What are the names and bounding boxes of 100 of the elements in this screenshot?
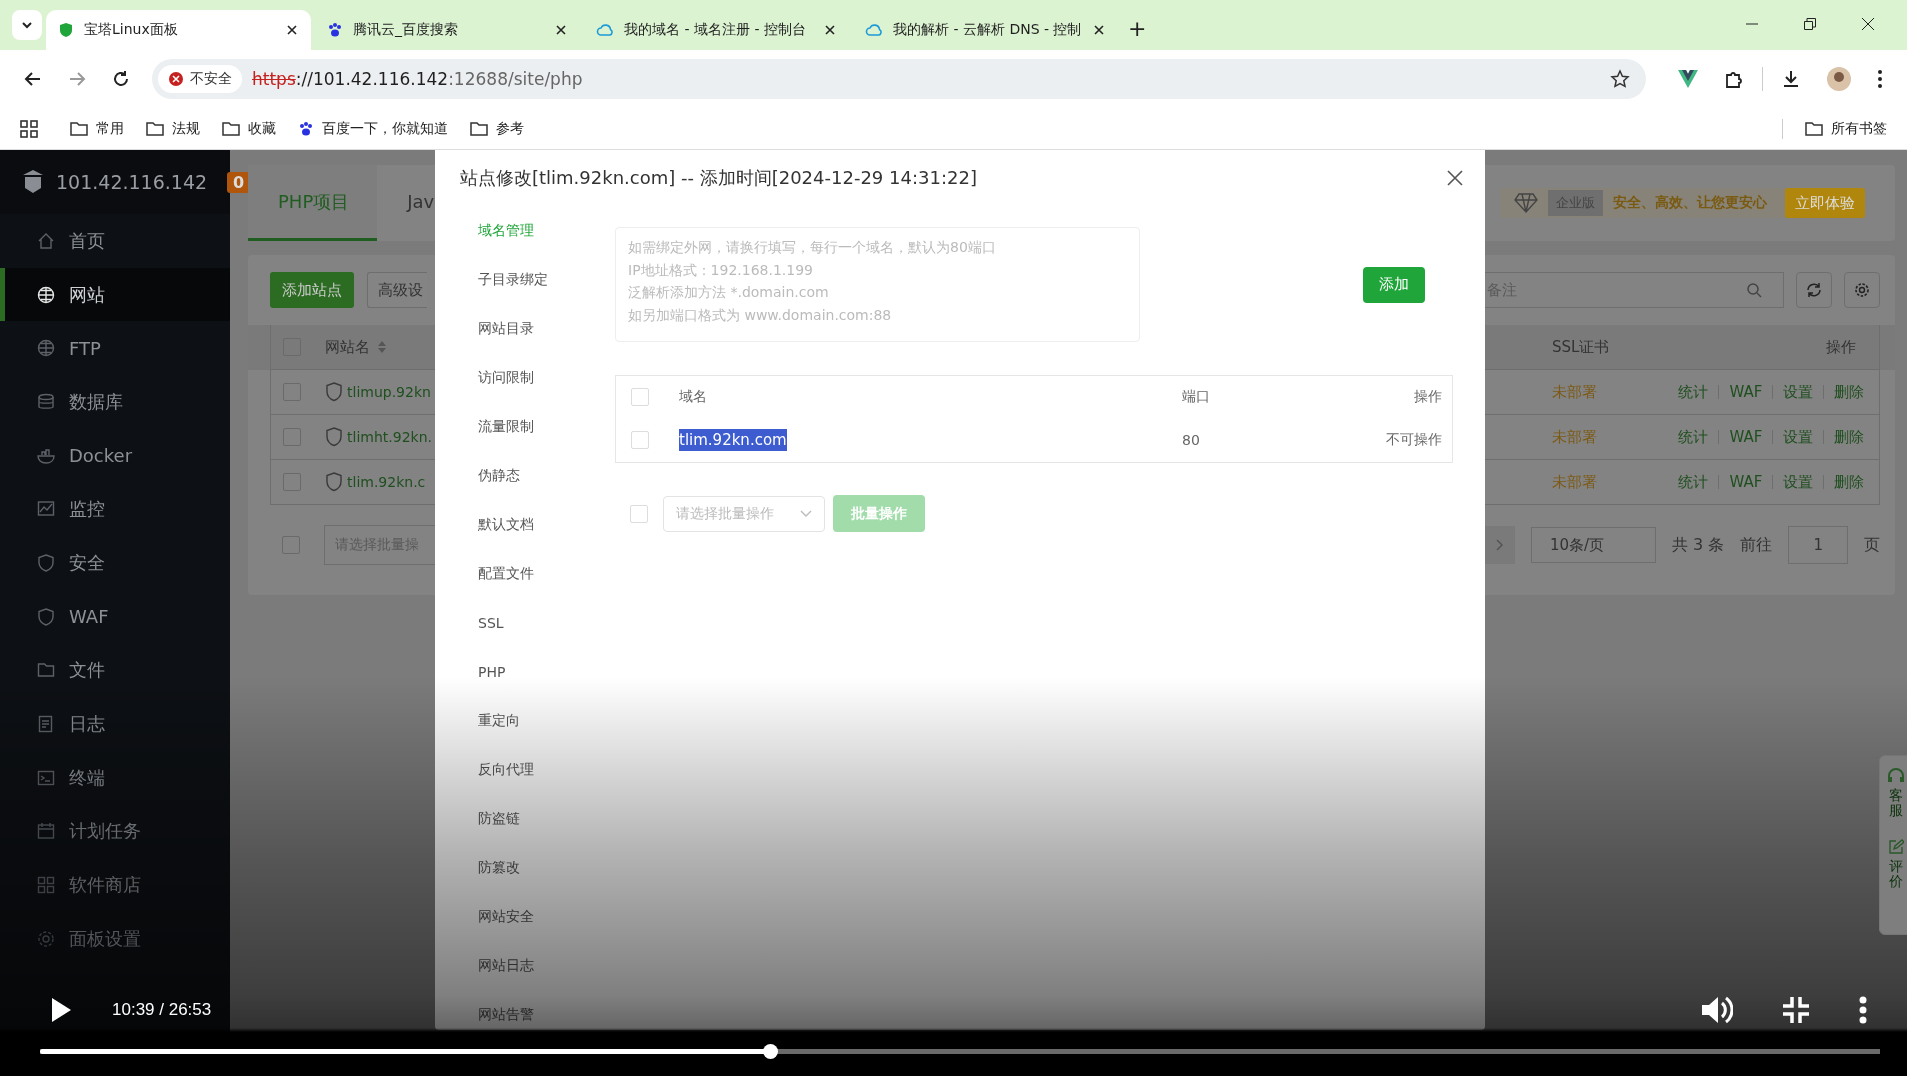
close-icon[interactable] bbox=[285, 23, 299, 37]
add-site-button[interactable]: 添加站点 bbox=[270, 272, 354, 308]
star-icon[interactable] bbox=[1610, 69, 1630, 89]
action-link[interactable]: 删除 bbox=[1834, 427, 1865, 447]
bookmark[interactable]: 收藏 bbox=[222, 119, 276, 138]
dialog-menu-item[interactable]: 防篡改 bbox=[478, 843, 615, 892]
sidebar-item[interactable]: 终端 bbox=[0, 750, 230, 805]
more-icon[interactable] bbox=[1859, 996, 1867, 1024]
play-icon[interactable] bbox=[50, 997, 72, 1023]
sidebar-item[interactable]: 文件 bbox=[0, 643, 230, 698]
sidebar-item[interactable]: 计划任务 bbox=[0, 804, 230, 859]
sidebar-item[interactable]: 数据库 bbox=[0, 375, 230, 429]
menu-icon[interactable] bbox=[1877, 69, 1883, 89]
action-link[interactable]: 设置 bbox=[1783, 472, 1814, 492]
volume-icon[interactable] bbox=[1701, 995, 1733, 1025]
dialog-menu-item[interactable]: 流量限制 bbox=[478, 402, 615, 451]
dialog-menu-item[interactable]: 访问限制 bbox=[478, 353, 615, 402]
security-chip[interactable]: 不安全 bbox=[158, 65, 242, 93]
dialog-menu-item[interactable]: 配置文件 bbox=[478, 549, 615, 598]
action-link[interactable]: 设置 bbox=[1783, 427, 1814, 447]
dialog-menu-item[interactable]: PHP bbox=[478, 647, 615, 696]
forward-icon[interactable] bbox=[68, 70, 86, 88]
dialog-menu-item[interactable]: 反向代理 bbox=[478, 745, 615, 794]
bookmark[interactable]: 常用 bbox=[70, 119, 124, 138]
back-icon[interactable] bbox=[24, 70, 42, 88]
sidebar-item[interactable]: 网站 bbox=[0, 267, 230, 322]
page-input[interactable]: 1 bbox=[1788, 526, 1849, 564]
checkbox[interactable] bbox=[283, 473, 301, 491]
action-link[interactable]: WAF bbox=[1729, 383, 1763, 401]
sidebar-item[interactable]: WAF bbox=[0, 589, 230, 644]
progress-handle[interactable] bbox=[763, 1044, 779, 1059]
sidebar-item[interactable]: 软件商店 bbox=[0, 858, 230, 912]
action-link[interactable]: 统计 bbox=[1678, 472, 1709, 492]
puzzle-icon[interactable] bbox=[1724, 69, 1744, 89]
column-header[interactable]: 网站名 bbox=[325, 337, 370, 357]
sidebar-item[interactable]: 安全 bbox=[0, 536, 230, 590]
bookmark[interactable]: 所有书签 bbox=[1805, 119, 1887, 138]
dialog-menu-item[interactable]: 伪静态 bbox=[478, 451, 615, 500]
sidebar-item[interactable]: 面板设置 bbox=[0, 911, 230, 966]
sidebar-item[interactable]: FTP bbox=[0, 321, 230, 376]
dialog-menu-item[interactable]: 网站目录 bbox=[478, 304, 615, 353]
action-link[interactable]: 统计 bbox=[1678, 427, 1709, 447]
browser-tab[interactable]: 宝塔Linux面板 bbox=[46, 10, 311, 50]
sidebar-item[interactable]: Docker bbox=[0, 428, 230, 483]
dialog-menu-item[interactable]: SSL bbox=[478, 598, 615, 647]
download-icon[interactable] bbox=[1781, 69, 1801, 89]
search-icon[interactable] bbox=[1746, 282, 1763, 298]
close-icon[interactable] bbox=[1447, 170, 1463, 186]
bookmark[interactable]: 百度一下，你就知道 bbox=[298, 119, 448, 138]
browser-tab[interactable]: 我的域名 - 域名注册 - 控制台 bbox=[584, 10, 849, 50]
dialog-menu-item[interactable]: 默认文档 bbox=[478, 500, 615, 549]
close-icon[interactable] bbox=[823, 23, 837, 37]
reload-icon[interactable] bbox=[112, 70, 130, 88]
bookmark[interactable]: 参考 bbox=[470, 119, 524, 138]
advanced-settings-button[interactable]: 高级设 bbox=[367, 272, 427, 308]
alert-count[interactable]: 0 bbox=[227, 171, 251, 193]
action-link[interactable]: 设置 bbox=[1783, 382, 1814, 402]
action-link[interactable]: 删除 bbox=[1834, 472, 1865, 492]
v-logo-icon[interactable] bbox=[1678, 70, 1698, 88]
address-bar[interactable]: 不安全 https://101.42.116.142:12688/site/php bbox=[152, 59, 1646, 99]
site-link[interactable]: tlimht.92kn. bbox=[347, 429, 432, 445]
page-size-select[interactable]: 10条/页 bbox=[1531, 527, 1656, 563]
checkbox[interactable] bbox=[282, 536, 300, 554]
sidebar-item[interactable]: 首页 bbox=[0, 214, 230, 268]
apps-icon[interactable] bbox=[20, 119, 38, 138]
help-link[interactable]: 客服 bbox=[1889, 788, 1903, 819]
column-header[interactable]: SSL证书 bbox=[1552, 337, 1610, 357]
help-link[interactable]: 评价 bbox=[1889, 858, 1903, 890]
dialog-menu-item[interactable]: 网站日志 bbox=[478, 941, 615, 990]
dialog-menu-item[interactable]: 防盗链 bbox=[478, 794, 615, 843]
checkbox[interactable] bbox=[283, 383, 301, 401]
add-button[interactable]: 添加 bbox=[1363, 266, 1425, 303]
dialog-menu-item[interactable]: 域名管理 bbox=[478, 206, 615, 255]
tab-list-button[interactable] bbox=[12, 10, 42, 40]
sidebar-item[interactable]: 监控 bbox=[0, 482, 230, 537]
dialog-menu-item[interactable]: 网站告警 bbox=[478, 990, 615, 1039]
restore-icon[interactable] bbox=[1804, 18, 1816, 30]
new-tab-button[interactable]: + bbox=[1122, 15, 1153, 42]
site-link[interactable]: tlimup.92kn bbox=[347, 384, 431, 400]
site-link[interactable]: tlim.92kn.c bbox=[347, 474, 426, 490]
close-icon[interactable] bbox=[1092, 23, 1106, 37]
browser-tab[interactable]: 我的解析 - 云解析 DNS - 控制 bbox=[853, 10, 1118, 50]
close-icon[interactable] bbox=[554, 23, 568, 37]
try-now-button[interactable]: 立即体验 bbox=[1785, 188, 1866, 218]
avatar-icon[interactable] bbox=[1827, 67, 1851, 91]
bookmark[interactable]: 法规 bbox=[146, 119, 200, 138]
settings-button[interactable] bbox=[1844, 272, 1881, 308]
action-link[interactable]: 删除 bbox=[1834, 382, 1865, 402]
checkbox[interactable] bbox=[283, 428, 301, 446]
action-link[interactable]: WAF bbox=[1729, 428, 1763, 446]
action-link[interactable]: 统计 bbox=[1678, 382, 1709, 402]
sidebar-item[interactable]: 日志 bbox=[0, 697, 230, 751]
dialog-menu-item[interactable]: 子目录绑定 bbox=[478, 255, 615, 304]
close-icon[interactable] bbox=[1862, 18, 1874, 30]
action-link[interactable]: WAF bbox=[1729, 473, 1763, 491]
dialog-menu-item[interactable]: 重定向 bbox=[478, 696, 615, 745]
browser-tab[interactable]: 腾讯云_百度搜索 bbox=[315, 10, 580, 50]
exit-fullscreen-icon[interactable] bbox=[1783, 997, 1809, 1023]
refresh-button[interactable] bbox=[1796, 272, 1833, 308]
dialog-menu-item[interactable]: 网站安全 bbox=[478, 892, 615, 941]
